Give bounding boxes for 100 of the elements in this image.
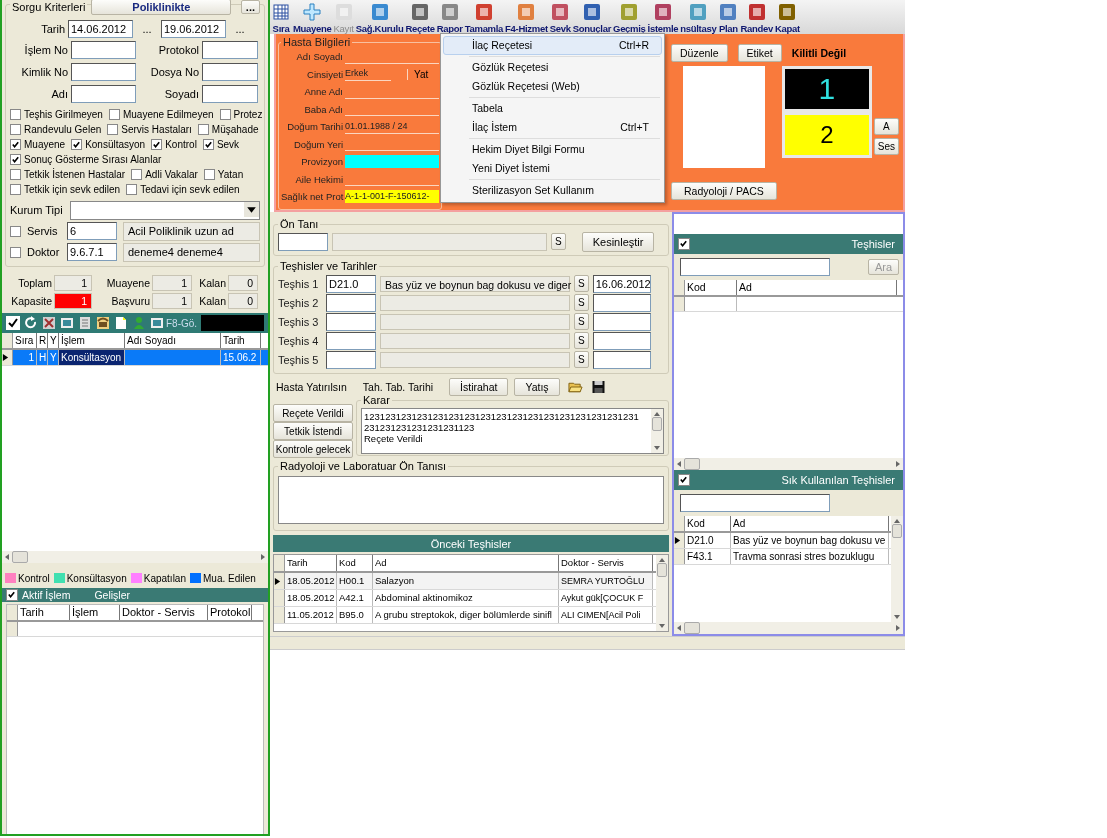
- checkbox[interactable]: [126, 183, 138, 195]
- phone-icon[interactable]: [96, 316, 110, 330]
- column-header[interactable]: Ad: [731, 516, 889, 531]
- toolbar-label[interactable]: F8-Gö.: [166, 317, 198, 329]
- checkbox[interactable]: [10, 123, 21, 135]
- more-button[interactable]: ...: [240, 0, 260, 14]
- toolbar-button[interactable]: Tamamla: [463, 0, 505, 34]
- status-button[interactable]: Tetkik İstendi: [273, 422, 353, 440]
- tools-icon[interactable]: [42, 316, 56, 330]
- sound-button[interactable]: A: [873, 118, 899, 135]
- menu-item[interactable]: Yeni Diyet İstemi: [443, 159, 662, 178]
- text-area[interactable]: [278, 476, 664, 524]
- menu-item[interactable]: Tabela: [443, 99, 662, 118]
- vertical-scrollbar[interactable]: [651, 409, 663, 453]
- column-header[interactable]: Tarih: [285, 555, 337, 571]
- diagnosis-row[interactable]: 11.05.2012 B95.0 A grubu streptokok, diger bölümlerde sinifl ALI CIMEN[Acil Poli: [274, 607, 656, 624]
- check-icon[interactable]: [6, 316, 20, 330]
- checkbox[interactable]: [71, 138, 83, 150]
- checkbox[interactable]: [219, 108, 231, 120]
- menu-item[interactable]: Hekim Diyet Bilgi Formu: [443, 140, 662, 159]
- column-header[interactable]: Y: [48, 333, 59, 348]
- vertical-scrollbar[interactable]: [656, 555, 668, 631]
- checkbox[interactable]: [197, 123, 209, 135]
- menu-item[interactable]: İlaç İstem Ctrl+T: [443, 118, 662, 137]
- checkbox[interactable]: [678, 238, 690, 250]
- status-button[interactable]: Poliklinikte: [91, 0, 232, 15]
- column-header[interactable]: R: [37, 333, 48, 348]
- horizontal-scrollbar[interactable]: [2, 550, 268, 563]
- column-header[interactable]: Tarih: [221, 333, 261, 348]
- toolbar-button[interactable]: F4-Hizmet: [504, 0, 549, 34]
- select-button[interactable]: S: [551, 233, 566, 250]
- code-field[interactable]: [278, 232, 328, 251]
- action-button[interactable]: Yatış: [514, 378, 560, 396]
- toolbar-button[interactable]: Plan: [717, 0, 740, 34]
- column-header[interactable]: Adı Soyadı: [125, 333, 221, 348]
- search-field[interactable]: [680, 494, 830, 512]
- date-field[interactable]: 19.06.2012: [161, 20, 226, 38]
- diagnosis-row[interactable]: 18.05.2012 A42.1 Abdominal aktinomikoz Aykut gük[ÇOCUK F: [274, 590, 656, 607]
- checkbox[interactable]: [203, 168, 215, 180]
- checkbox[interactable]: [108, 108, 120, 120]
- menu-item[interactable]: İlaç Reçetesi Ctrl+R: [443, 36, 662, 55]
- select-button[interactable]: S: [574, 275, 589, 292]
- menu-item[interactable]: Gözlük Reçetesi: [443, 58, 662, 77]
- checkbox[interactable]: [6, 588, 18, 601]
- date-picker-button[interactable]: ...: [229, 23, 251, 35]
- card-button[interactable]: Etiket: [737, 44, 782, 62]
- date-picker-button[interactable]: ...: [136, 23, 158, 35]
- confirm-button[interactable]: Kesinleştir: [581, 231, 655, 252]
- horizontal-scrollbar[interactable]: [674, 622, 903, 634]
- column-header[interactable]: Doktor - Servis: [120, 604, 208, 620]
- code-field[interactable]: 6: [67, 222, 117, 240]
- checkbox[interactable]: [10, 225, 21, 237]
- list-icon[interactable]: [78, 316, 92, 330]
- select-button[interactable]: S: [574, 332, 589, 349]
- column-header[interactable]: Doktor - Servis: [559, 555, 653, 571]
- checkbox[interactable]: [202, 138, 214, 150]
- search-field[interactable]: [680, 258, 830, 276]
- patient-row[interactable]: 1 H Y Konsültasyon 15.06.2: [2, 350, 268, 366]
- toolbar-button[interactable]: Muayene: [292, 0, 333, 34]
- select-button[interactable]: S: [574, 294, 589, 311]
- action-button[interactable]: İstirahat: [449, 378, 509, 396]
- folder-icon[interactable]: [567, 380, 583, 394]
- checkbox[interactable]: [131, 168, 143, 180]
- text-field[interactable]: [71, 41, 136, 59]
- checkbox[interactable]: [678, 474, 690, 486]
- column-header[interactable]: İşlem: [70, 604, 120, 620]
- status-button[interactable]: Reçete Verildi: [273, 404, 353, 422]
- row-indicator[interactable]: [2, 350, 13, 365]
- column-header[interactable]: Kod: [685, 280, 737, 295]
- toolbar-button[interactable]: nsültasy: [679, 0, 718, 34]
- vertical-scrollbar[interactable]: [891, 516, 903, 622]
- code-field[interactable]: [326, 293, 376, 312]
- document-icon[interactable]: [114, 316, 128, 330]
- date-field[interactable]: 14.06.2012: [68, 20, 133, 38]
- card-button[interactable]: Düzenle: [671, 44, 728, 62]
- toolbar-button[interactable]: Sıra: [270, 0, 292, 34]
- toolbar-button[interactable]: İstemle: [646, 0, 680, 34]
- code-field[interactable]: [326, 312, 376, 331]
- checkbox[interactable]: [107, 123, 119, 135]
- text-field[interactable]: [71, 85, 136, 103]
- sound-button[interactable]: Ses: [873, 138, 899, 155]
- monitor-icon[interactable]: [150, 316, 164, 330]
- toolbar-button[interactable]: Sağ.Kurulu: [354, 0, 405, 34]
- decision-text-area[interactable]: 1231231231231231231231231231231231231231231231231231 231231231231231231123 Reçete Verildi: [361, 408, 664, 454]
- status-button[interactable]: Kontrole gelecek: [273, 440, 353, 458]
- select-button[interactable]: S: [574, 313, 589, 330]
- code-field[interactable]: 9.6.7.1: [67, 243, 117, 261]
- checkbox[interactable]: [10, 153, 21, 165]
- column-header[interactable]: Kod: [337, 555, 373, 571]
- code-field[interactable]: [326, 350, 376, 369]
- monitor-icon[interactable]: [60, 316, 74, 330]
- date-field[interactable]: [592, 312, 651, 331]
- menu-item[interactable]: Gözlük Reçetesi (Web): [443, 77, 662, 96]
- column-header[interactable]: Ad: [373, 555, 559, 571]
- checkbox[interactable]: [151, 138, 163, 150]
- text-field[interactable]: [674, 214, 903, 234]
- diagnosis-row[interactable]: 18.05.2012 H00.1 Salazyon SEMRA YURTOĞLU: [274, 573, 656, 590]
- dropdown[interactable]: [69, 200, 260, 220]
- select-button[interactable]: S: [574, 351, 589, 368]
- text-field[interactable]: [202, 63, 258, 81]
